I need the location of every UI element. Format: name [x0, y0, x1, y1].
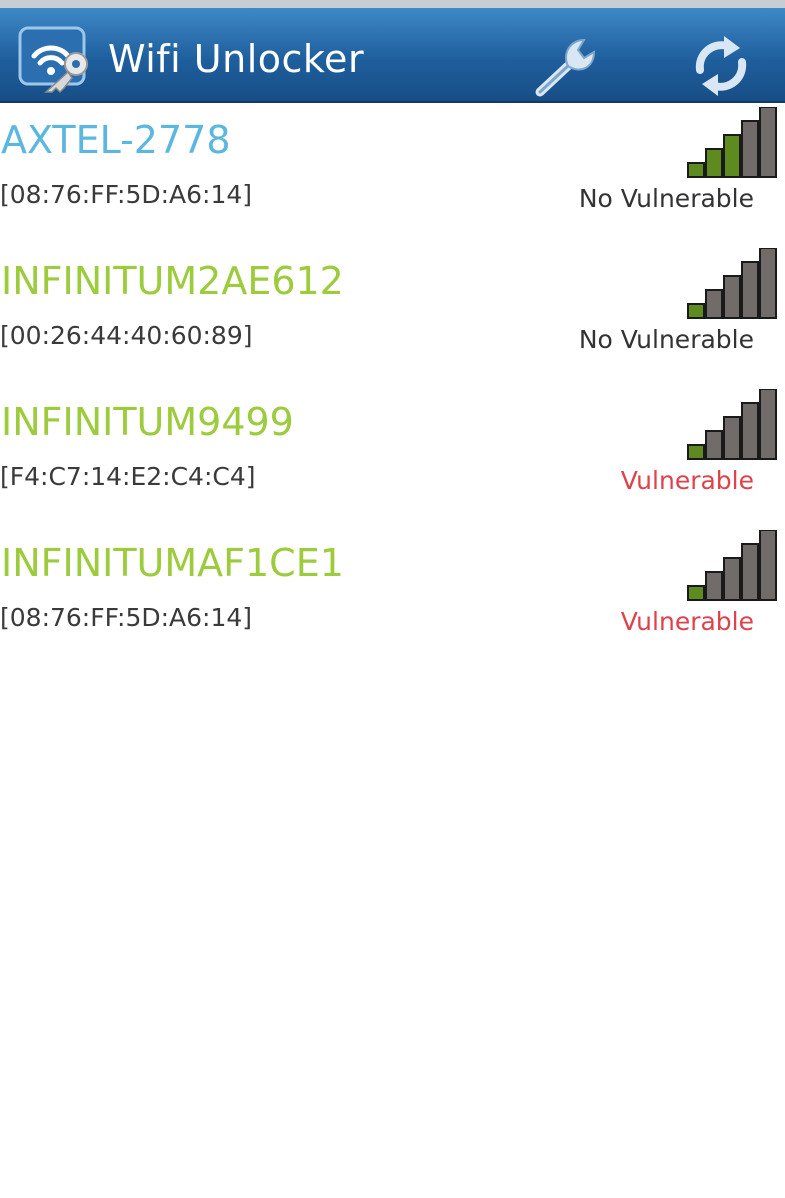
status-bar-strip — [0, 0, 785, 8]
signal-bar — [705, 430, 723, 460]
signal-bar — [705, 571, 723, 601]
signal-bar — [687, 162, 705, 178]
signal-strength-icon — [686, 248, 780, 320]
vulnerability-status: No Vulnerable — [578, 325, 754, 354]
wifi-key-icon — [16, 22, 100, 94]
network-list: AXTEL-2778 [08:76:FF:5D:A6:14] No Vulnerab… — [0, 103, 785, 667]
signal-bar — [687, 303, 705, 319]
signal-bar — [759, 530, 777, 601]
signal-bar — [723, 416, 741, 460]
refresh-icon — [680, 26, 762, 108]
signal-bar — [741, 402, 759, 460]
vulnerability-status: Vulnerable — [620, 466, 754, 495]
network-list-item[interactable]: AXTEL-2778 [08:76:FF:5D:A6:14] No Vulnerab… — [0, 103, 785, 244]
signal-bar — [741, 120, 759, 178]
signal-bar — [705, 289, 723, 319]
app-title: Wifi Unlocker — [108, 37, 365, 81]
network-bssid: [08:76:FF:5D:A6:14] — [0, 603, 253, 632]
network-bssid: [00:26:44:40:60:89] — [0, 321, 253, 350]
settings-button[interactable] — [526, 26, 608, 108]
signal-bar — [687, 585, 705, 601]
signal-bar — [687, 444, 705, 460]
signal-bar — [759, 248, 777, 319]
vulnerability-status: Vulnerable — [620, 607, 754, 636]
network-bssid: [08:76:FF:5D:A6:14] — [0, 180, 253, 209]
signal-strength-icon — [686, 389, 780, 461]
network-list-item[interactable]: INFINITUM9499 [F4:C7:14:E2:C4:C4] Vulnerab… — [0, 385, 785, 526]
wrench-icon — [526, 26, 608, 108]
signal-bar — [759, 107, 777, 178]
vulnerability-status: No Vulnerable — [578, 184, 754, 213]
network-ssid: INFINITUM9499 — [1, 400, 294, 444]
network-ssid: INFINITUMAF1CE1 — [1, 541, 344, 585]
signal-bar — [723, 134, 741, 178]
network-ssid: AXTEL-2778 — [1, 118, 231, 162]
network-list-item[interactable]: INFINITUM2AE612 [00:26:44:40:60:89] No Vul… — [0, 244, 785, 385]
signal-bar — [723, 557, 741, 601]
signal-strength-icon — [686, 107, 780, 179]
network-bssid: [F4:C7:14:E2:C4:C4] — [0, 462, 256, 491]
signal-bar — [705, 148, 723, 178]
signal-bar — [759, 389, 777, 460]
refresh-button[interactable] — [680, 26, 762, 108]
network-list-item[interactable]: INFINITUMAF1CE1 [08:76:FF:5D:A6:14] Vulner… — [0, 526, 785, 667]
signal-bar — [741, 543, 759, 601]
signal-bar — [741, 261, 759, 319]
signal-bar — [723, 275, 741, 319]
app-bar: Wifi Unlocker — [0, 8, 785, 103]
signal-strength-icon — [686, 530, 780, 602]
network-ssid: INFINITUM2AE612 — [1, 259, 344, 303]
